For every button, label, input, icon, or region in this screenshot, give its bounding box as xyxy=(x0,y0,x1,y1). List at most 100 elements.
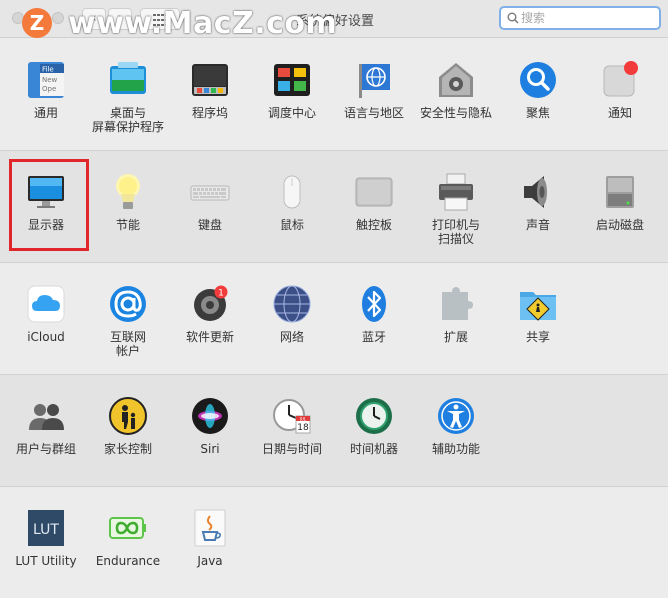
svg-text:18: 18 xyxy=(297,423,309,433)
pref-dock[interactable]: 程序坞 xyxy=(169,60,251,120)
pref-label: 打印机与 扫描仪 xyxy=(431,218,480,246)
bluetooth-icon xyxy=(362,286,386,322)
pref-printers-scanners[interactable]: 打印机与 扫描仪 xyxy=(415,172,497,246)
pref-sound[interactable]: 声音 xyxy=(497,172,579,232)
lut-utility-icon: LUT xyxy=(28,510,64,546)
pref-trackpad[interactable]: 触控板 xyxy=(333,172,415,232)
pref-label: 声音 xyxy=(525,218,550,232)
pref-label: 网络 xyxy=(279,330,304,344)
search-input[interactable] xyxy=(521,9,651,27)
title-bar: ‹ › 系统偏好设置 Z www.MacZ.com xyxy=(0,0,668,41)
time-machine-icon xyxy=(356,398,392,434)
pref-label: 聚焦 xyxy=(525,106,550,120)
pref-label: Endurance xyxy=(95,554,161,568)
pref-java[interactable]: Java xyxy=(169,508,251,568)
icloud-icon xyxy=(27,285,65,323)
spotlight-icon xyxy=(520,62,556,98)
pref-icloud[interactable]: iCloud xyxy=(5,284,87,344)
pref-label: 时间机器 xyxy=(349,442,398,456)
pref-label: 显示器 xyxy=(27,218,64,232)
pref-desktop-screensaver[interactable]: 桌面与 屏幕保护程序 xyxy=(87,60,169,134)
accessibility-icon xyxy=(438,398,474,434)
dock-icon xyxy=(192,64,228,96)
pref-sharing[interactable]: 共享 xyxy=(497,284,579,344)
pref-accessibility[interactable]: 辅助功能 xyxy=(415,396,497,456)
pref-label: 共享 xyxy=(525,330,550,344)
watermark-logo: Z xyxy=(22,8,52,38)
users-groups-icon xyxy=(29,404,64,430)
pref-keyboard[interactable]: 键盘 xyxy=(169,172,251,232)
pref-extensions[interactable]: 扩展 xyxy=(415,284,497,344)
pref-label: 辅助功能 xyxy=(431,442,480,456)
svg-text:New: New xyxy=(42,76,58,84)
pref-energy-saver[interactable]: 节能 xyxy=(87,172,169,232)
pref-label: 蓝牙 xyxy=(361,330,386,344)
pref-date-time[interactable]: JUL 18 日期与时间 xyxy=(251,396,333,456)
pref-network[interactable]: 网络 xyxy=(251,284,333,344)
pref-internet-accounts[interactable]: 互联网 帐户 xyxy=(87,284,169,358)
keyboard-icon xyxy=(190,185,230,201)
pref-startup-disk[interactable]: 启动磁盘 xyxy=(579,172,661,232)
internet-accounts-icon xyxy=(110,286,146,322)
pref-label: 软件更新 xyxy=(185,330,234,344)
desktop-screensaver-icon xyxy=(110,62,146,94)
displays-icon xyxy=(28,176,64,208)
startup-disk-icon xyxy=(606,176,634,208)
pref-label: 桌面与 屏幕保护程序 xyxy=(91,106,164,134)
pref-software-update[interactable]: 1 软件更新 xyxy=(169,284,251,344)
pref-label: 家长控制 xyxy=(103,442,152,456)
mouse-icon xyxy=(283,175,301,209)
pref-security-privacy[interactable]: 安全性与隐私 xyxy=(415,60,497,120)
pref-bluetooth[interactable]: 蓝牙 xyxy=(333,284,415,344)
pref-label: iCloud xyxy=(27,330,65,344)
pref-label: Java xyxy=(197,554,223,568)
pref-displays[interactable]: 显示器 xyxy=(5,172,87,232)
pref-notifications[interactable]: 通知 xyxy=(579,60,661,120)
pref-users-groups[interactable]: 用户与群组 xyxy=(5,396,87,456)
pref-label: 鼠标 xyxy=(279,218,304,232)
pref-lut-utility[interactable]: LUT LUT Utility xyxy=(5,508,87,568)
pref-label: 互联网 帐户 xyxy=(109,330,146,358)
pref-mission-control[interactable]: 调度中心 xyxy=(251,60,333,120)
printers-scanners-icon xyxy=(439,173,473,211)
pref-label: 通知 xyxy=(607,106,632,120)
security-privacy-icon xyxy=(439,63,473,97)
general-icon: File New Ope xyxy=(28,62,64,98)
pref-parental-controls[interactable]: 家长控制 xyxy=(87,396,169,456)
pref-label: 调度中心 xyxy=(267,106,316,120)
pref-general[interactable]: File New Ope 通用 xyxy=(5,60,87,120)
network-icon xyxy=(273,285,311,323)
pref-siri[interactable]: Siri xyxy=(169,396,251,456)
system-preferences-window: ‹ › 系统偏好设置 Z www.MacZ.com xyxy=(0,0,668,598)
svg-text:JUL: JUL xyxy=(299,416,307,421)
pref-label: 扩展 xyxy=(443,330,468,344)
pref-mouse[interactable]: 鼠标 xyxy=(251,172,333,232)
software-update-icon: 1 xyxy=(194,285,228,321)
pref-label: 日期与时间 xyxy=(261,442,322,456)
notifications-icon xyxy=(603,61,638,97)
pref-label: 键盘 xyxy=(197,218,222,232)
svg-text:Ope: Ope xyxy=(42,85,56,93)
sound-icon xyxy=(524,176,547,208)
pref-label: LUT Utility xyxy=(15,554,77,568)
pref-label: 语言与地区 xyxy=(343,106,404,120)
siri-icon xyxy=(192,398,228,434)
zoom-button[interactable] xyxy=(52,12,64,24)
parental-controls-icon xyxy=(109,397,147,435)
pref-label: 用户与群组 xyxy=(15,442,76,456)
mission-control-icon xyxy=(274,64,310,96)
pref-label: 节能 xyxy=(115,218,140,232)
watermark-text: www.MacZ.com xyxy=(68,6,338,41)
pref-endurance[interactable]: Endurance xyxy=(87,508,169,568)
pref-language-region[interactable]: 语言与地区 xyxy=(333,60,415,120)
svg-text:File: File xyxy=(42,66,54,74)
pref-label: 安全性与隐私 xyxy=(419,106,492,120)
search-icon xyxy=(507,12,519,24)
search-field[interactable] xyxy=(499,6,661,30)
pref-label: 通用 xyxy=(33,106,58,120)
trackpad-icon xyxy=(355,177,393,207)
pref-time-machine[interactable]: 时间机器 xyxy=(333,396,415,456)
extensions-icon xyxy=(442,287,473,320)
pref-label: 触控板 xyxy=(355,218,392,232)
pref-spotlight[interactable]: 聚焦 xyxy=(497,60,579,120)
